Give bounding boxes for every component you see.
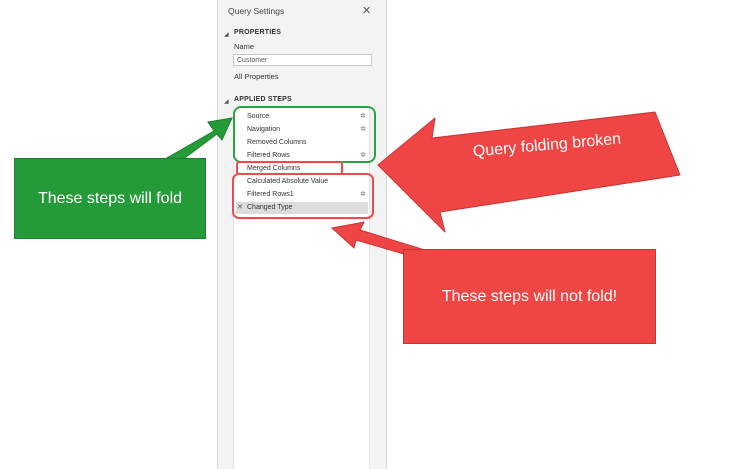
green-callout: These steps will fold bbox=[14, 158, 206, 239]
not-fold-callout: These steps will not fold! bbox=[403, 249, 656, 344]
green-callout-text: These steps will fold bbox=[37, 189, 183, 207]
not-fold-callout-text: These steps will not fold! bbox=[441, 287, 618, 305]
